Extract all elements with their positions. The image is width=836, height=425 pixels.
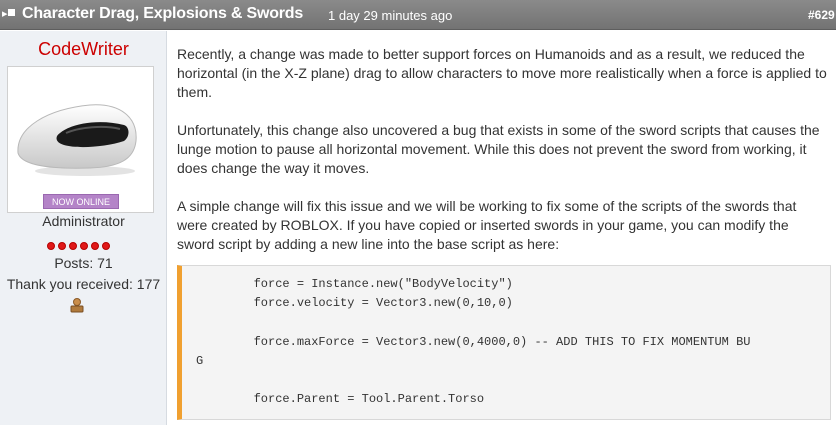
post-title[interactable]: Character Drag, Explosions & Swords [22,5,303,23]
arrow-icon[interactable]: ▸ [2,7,8,20]
post-bullet-icon [8,9,15,16]
code-line: force.velocity = Vector3.new(0,10,0) [196,296,513,310]
author-username[interactable]: CodeWriter [0,39,167,60]
code-line: G [196,354,204,368]
post-body: Recently, a change was made to better su… [177,45,829,273]
reputation-dots [47,237,113,250]
code-line: force.maxForce = Vector3.new(0,4000,0) -… [196,335,751,349]
post-time: 1 day 29 minutes ago [328,8,453,23]
author-sidebar: CodeWriter NOW ONLINE Administrator Post… [0,31,167,425]
post-paragraph: A simple change will fix this issue and … [177,198,797,252]
thanks-count: Thank you received: 177 [6,276,161,292]
code-block: force = Instance.new("BodyVelocity") for… [177,265,831,420]
user-role: Administrator [42,213,125,229]
reputation-dot-icon [102,242,110,250]
reputation-dot-icon [80,242,88,250]
online-status-badge: NOW ONLINE [43,194,119,209]
post-count: Posts: 71 [54,255,113,271]
reputation-dot-icon [58,242,66,250]
code-line: force.Parent = Tool.Parent.Torso [196,392,485,406]
post-paragraph: Unfortunately, this change also uncovere… [177,122,820,176]
reputation-dot-icon [91,242,99,250]
reputation-dot-icon [69,242,77,250]
code-line: force = Instance.new("BodyVelocity") [196,277,513,291]
post-paragraph: Recently, a change was made to better su… [177,46,827,100]
robot-head-avatar-icon [17,104,137,176]
award-icon [70,297,84,318]
reputation-dot-icon [47,242,55,250]
post-header: ▸ Character Drag, Explosions & Swords 1 … [0,0,836,30]
post-number[interactable]: #629 [808,8,835,22]
avatar[interactable] [7,66,154,213]
